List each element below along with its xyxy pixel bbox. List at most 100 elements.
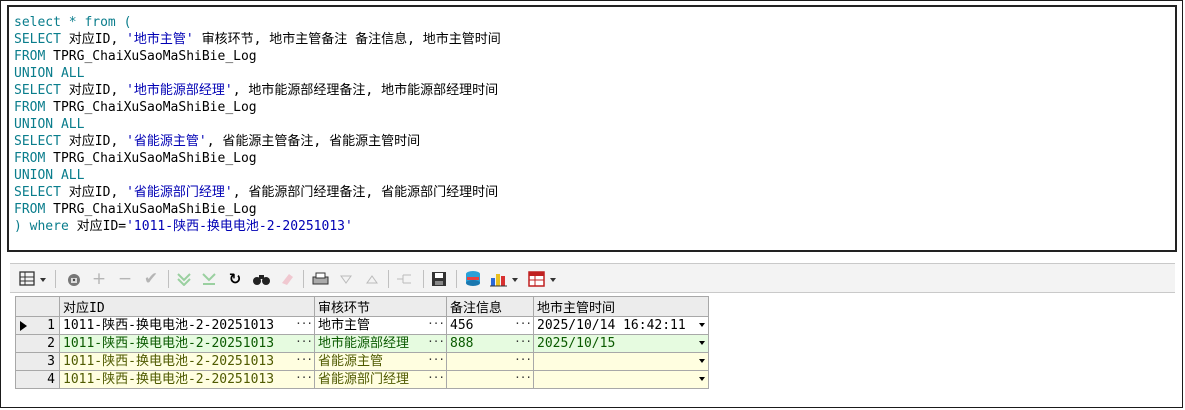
find-icon [253, 275, 270, 285]
save-button[interactable] [429, 269, 449, 289]
post-icon: ✔ [143, 269, 159, 289]
sort-asc-button[interactable] [363, 269, 381, 289]
lock-button[interactable] [64, 269, 84, 289]
cell-id[interactable]: 1011-陕西-换电电池-2-20251013 ··· [59, 370, 315, 389]
row-number: 2 [47, 336, 55, 351]
sql-editor[interactable]: select * from (SELECT 对应ID, '地市主管' 审核环节,… [7, 5, 1177, 252]
sql-line: select * from ( [14, 14, 501, 31]
link-button[interactable] [394, 269, 416, 289]
table-row[interactable]: 1 1011-陕西-换电电池-2-20251013 ··· 地市主管 ··· 456… [15, 316, 709, 335]
cell-time[interactable]: 2025/10/15 [533, 334, 709, 353]
cell-text: 地市主管 [318, 318, 371, 333]
ellipsis-icon[interactable]: ··· [427, 318, 445, 333]
cell-text: 1011-陕西-换电电池-2-20251013 [63, 318, 275, 333]
table-row[interactable]: 3 1011-陕西-换电电池-2-20251013 ··· 省能源主管 ··· ··… [15, 352, 709, 371]
sql-text: 对应ID= [76, 219, 127, 234]
cell-note[interactable]: 888 ··· [446, 334, 534, 353]
row-indicator[interactable]: 2 [15, 334, 60, 353]
sort-desc-button[interactable] [337, 269, 355, 289]
cell-note[interactable]: 456 ··· [446, 316, 534, 335]
column-header-note[interactable]: 备注信息 [446, 296, 534, 317]
sql-keyword: SELECT [14, 32, 69, 47]
delete-record-button[interactable]: − [116, 269, 134, 289]
cell-id[interactable]: 1011-陕西-换电电池-2-20251013 ··· [59, 334, 315, 353]
sql-keyword: UNION ALL [14, 117, 85, 132]
chevron-down-icon[interactable] [699, 323, 705, 327]
cell-id[interactable]: 1011-陕西-换电电池-2-20251013 ··· [59, 352, 315, 371]
cell-text: 2025/10/14 16:42:11 [537, 318, 686, 333]
print-button[interactable] [310, 269, 332, 289]
post-button[interactable]: ✔ [141, 269, 161, 289]
sql-text: 对应ID, [68, 83, 127, 98]
ellipsis-icon[interactable]: ··· [295, 372, 313, 387]
table-row[interactable]: 4 1011-陕西-换电电池-2-20251013 ··· 省能源部门经理 ··· … [15, 370, 709, 389]
ellipsis-icon[interactable]: ··· [295, 318, 313, 333]
ellipsis-icon[interactable]: ··· [427, 372, 445, 387]
filter-button[interactable] [175, 269, 193, 289]
ellipsis-icon[interactable]: ··· [514, 336, 532, 351]
chevron-down-icon[interactable] [699, 341, 705, 345]
separator [423, 270, 424, 288]
add-record-button[interactable]: + [90, 269, 108, 289]
ellipsis-icon[interactable]: ··· [427, 354, 445, 369]
cell-time[interactable] [533, 352, 709, 371]
chevron-down-icon[interactable] [699, 359, 705, 363]
table-row[interactable]: 2 1011-陕西-换电电池-2-20251013 ··· 地市能源部经理 ··· … [15, 334, 709, 353]
row-indicator[interactable]: 1 [15, 316, 60, 335]
result-grid[interactable]: 对应ID 审核环节 备注信息 地市主管时间 1 1011-陕西-换电电池-2-2… [10, 294, 1175, 404]
export-icon [466, 271, 480, 286]
sql-keyword: SELECT [14, 185, 69, 200]
ellipsis-icon[interactable]: ··· [295, 354, 313, 369]
table-icon [528, 271, 556, 287]
find-button[interactable] [251, 269, 273, 289]
cell-time[interactable]: 2025/10/14 16:42:11 [533, 316, 709, 335]
chart-button[interactable] [489, 269, 523, 289]
current-row-pointer-icon [20, 321, 27, 331]
column-header-id[interactable]: 对应ID [59, 296, 315, 317]
sql-code[interactable]: select * from (SELECT 对应ID, '地市主管' 审核环节,… [14, 14, 501, 235]
save-icon [432, 272, 446, 286]
ellipsis-icon[interactable]: ··· [514, 372, 532, 387]
delete-record-icon: − [117, 269, 133, 289]
table-button[interactable] [527, 269, 561, 289]
result-table[interactable]: 对应ID 审核环节 备注信息 地市主管时间 1 1011-陕西-换电电池-2-2… [15, 296, 709, 389]
column-header-time[interactable]: 地市主管时间 [533, 296, 709, 317]
refresh-button[interactable]: ↻ [226, 269, 244, 289]
row-indicator[interactable]: 4 [15, 370, 60, 389]
cell-step[interactable]: 地市能源部经理 ··· [314, 334, 447, 353]
cell-text: 地市能源部经理 [318, 336, 410, 351]
grid-view-button[interactable] [18, 269, 48, 289]
cell-text: 1011-陕西-换电电池-2-20251013 [63, 336, 275, 351]
row-indicator[interactable]: 3 [15, 352, 60, 371]
sql-text: , 省能源部门经理备注, 省能源部门经理时间 [232, 185, 499, 200]
ellipsis-icon[interactable]: ··· [514, 318, 532, 333]
ellipsis-icon[interactable]: ··· [427, 336, 445, 351]
sql-text: TPRG_ChaiXuSaoMaShiBie_Log [53, 100, 257, 115]
cell-text: 省能源主管 [318, 354, 384, 369]
cell-time[interactable] [533, 370, 709, 389]
cell-text: 省能源部门经理 [318, 372, 410, 387]
erase-button[interactable] [278, 269, 296, 289]
export-button[interactable] [462, 269, 484, 289]
column-header-step[interactable]: 审核环节 [314, 296, 447, 317]
chart-icon [490, 274, 518, 287]
cell-note[interactable]: ··· [446, 352, 534, 371]
sql-text: 审核环节, 地市主管备注 备注信息, 地市主管时间 [193, 32, 501, 47]
print-icon [312, 272, 329, 285]
separator [303, 270, 304, 288]
cell-step[interactable]: 省能源部门经理 ··· [314, 370, 447, 389]
cell-step[interactable]: 省能源主管 ··· [314, 352, 447, 371]
corner-cell[interactable] [15, 296, 60, 317]
cell-text: 2025/10/15 [537, 336, 616, 351]
cell-id[interactable]: 1011-陕西-换电电池-2-20251013 ··· [59, 316, 315, 335]
cell-step[interactable]: 地市主管 ··· [314, 316, 447, 335]
ellipsis-icon[interactable]: ··· [514, 354, 532, 369]
sql-keyword: UNION ALL [14, 168, 85, 183]
chevron-down-icon[interactable] [699, 377, 705, 381]
cell-note[interactable]: ··· [446, 370, 534, 389]
sql-text: 对应ID, [68, 185, 127, 200]
clear-filter-button[interactable] [200, 269, 218, 289]
ellipsis-icon[interactable]: ··· [295, 336, 313, 351]
sql-string: '省能源主管' [126, 134, 207, 149]
sql-text: TPRG_ChaiXuSaoMaShiBie_Log [53, 49, 257, 64]
